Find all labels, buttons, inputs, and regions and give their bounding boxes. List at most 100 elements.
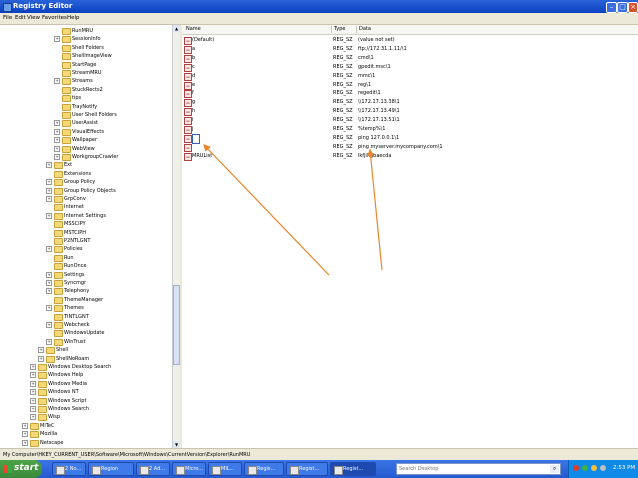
values-list[interactable]: Name Type Data ab (Default) REG_SZ (value n… bbox=[182, 25, 638, 448]
value-row[interactable]: ab REG_SZ ping myserver.mycompany.com\1 bbox=[182, 143, 638, 152]
string-value-icon: ab bbox=[184, 117, 192, 126]
taskbar-button[interactable]: 2 Ad... bbox=[136, 462, 170, 476]
expand-toggle-icon[interactable]: + bbox=[46, 288, 52, 295]
value-row[interactable]: ab e REG_SZ reg\1 bbox=[182, 81, 638, 90]
column-divider[interactable] bbox=[331, 26, 332, 33]
value-data: regedit\1 bbox=[358, 90, 381, 97]
expand-toggle-icon[interactable]: + bbox=[30, 414, 36, 421]
menu-favorites[interactable]: Favorites bbox=[42, 15, 67, 21]
menu-help[interactable]: Help bbox=[67, 15, 80, 21]
tray-icon-security[interactable] bbox=[573, 465, 579, 471]
tray-icon-misc[interactable] bbox=[600, 465, 606, 471]
taskbar-button[interactable]: Regist... bbox=[286, 462, 328, 476]
tree-node-label: Internet Settings bbox=[64, 212, 106, 219]
value-row[interactable]: ab h REG_SZ \\172.17.13.49\1 bbox=[182, 107, 638, 117]
expand-toggle-icon[interactable]: + bbox=[54, 128, 60, 135]
column-data-header[interactable]: Data bbox=[359, 26, 371, 32]
column-type-header[interactable]: Type bbox=[334, 26, 345, 32]
tree-node-label: Themes bbox=[64, 305, 84, 312]
expand-toggle-icon[interactable]: + bbox=[54, 145, 60, 152]
value-name: e bbox=[192, 81, 196, 88]
value-name: MRUList bbox=[192, 152, 213, 159]
expand-toggle-icon[interactable]: + bbox=[54, 137, 60, 144]
expand-toggle-icon[interactable]: + bbox=[22, 431, 28, 438]
folder-icon bbox=[62, 112, 71, 119]
tree-node-label: Streams bbox=[72, 78, 93, 85]
value-row[interactable]: ab MRUList REG_SZ lkfjihgbaecda bbox=[182, 152, 638, 161]
value-row[interactable]: ab REG_SZ ping 127.0.0.1\1 bbox=[182, 133, 638, 144]
tree-node-label: tips bbox=[72, 95, 82, 102]
expand-toggle-icon[interactable]: + bbox=[46, 212, 52, 219]
expand-toggle-icon[interactable]: + bbox=[46, 196, 52, 202]
expand-toggle-icon[interactable]: + bbox=[30, 389, 36, 396]
clock[interactable]: 2:53 PM bbox=[613, 465, 635, 471]
value-row[interactable]: ab f REG_SZ regedit\1 bbox=[182, 89, 638, 99]
window-app-icon bbox=[176, 466, 185, 475]
expand-toggle-icon[interactable]: + bbox=[30, 397, 36, 404]
value-row[interactable]: ab g REG_SZ \\172.17.13.38\1 bbox=[182, 98, 638, 108]
string-value-icon: ab bbox=[184, 81, 192, 90]
desktop-search-box[interactable]: ⌕ bbox=[396, 463, 561, 475]
expand-toggle-icon[interactable]: + bbox=[38, 355, 44, 362]
folder-icon bbox=[54, 330, 63, 338]
registry-tree[interactable]: RunMRU + SessionInfo Shell Folders ShellImag… bbox=[0, 25, 172, 448]
expand-toggle-icon[interactable]: + bbox=[46, 179, 52, 186]
scroll-down-arrow-icon[interactable]: ▼ bbox=[173, 441, 180, 448]
minimize-button[interactable]: – bbox=[606, 2, 617, 13]
value-row[interactable]: ab a REG_SZ ftp://172.31.1.11/\1 bbox=[182, 45, 638, 54]
title-bar[interactable]: Registry Editor – □ × bbox=[0, 0, 638, 13]
search-icon[interactable]: ⌕ bbox=[550, 465, 559, 473]
taskbar-button[interactable]: 2 No... bbox=[52, 462, 86, 476]
column-divider[interactable] bbox=[356, 26, 357, 33]
taskbar-button[interactable]: Micro... bbox=[172, 462, 206, 476]
close-button[interactable]: × bbox=[628, 2, 638, 13]
column-name-header[interactable]: Name bbox=[186, 26, 201, 32]
expand-toggle-icon[interactable]: + bbox=[54, 36, 60, 43]
value-row[interactable]: ab i REG_SZ \\172.17.13.51\1 bbox=[182, 116, 638, 126]
taskbar-button[interactable]: MIL... bbox=[208, 462, 242, 476]
taskbar-button[interactable]: Regist... bbox=[330, 462, 376, 476]
tray-icon-volume[interactable] bbox=[591, 465, 597, 471]
string-value-icon: ab bbox=[184, 63, 192, 72]
expand-toggle-icon[interactable]: + bbox=[46, 246, 52, 253]
value-row[interactable]: ab d REG_SZ mmc\1 bbox=[182, 72, 638, 81]
expand-toggle-icon[interactable]: + bbox=[54, 154, 60, 160]
expand-toggle-icon[interactable]: + bbox=[22, 439, 28, 446]
folder-icon bbox=[38, 406, 47, 413]
value-row[interactable]: ab j REG_SZ %temp%\1 bbox=[182, 125, 638, 134]
expand-toggle-icon[interactable]: + bbox=[46, 162, 52, 169]
value-row[interactable]: ab b REG_SZ cmd\1 bbox=[182, 54, 638, 63]
expand-toggle-icon[interactable]: + bbox=[46, 305, 52, 312]
scroll-up-arrow-icon[interactable]: ▲ bbox=[173, 25, 180, 32]
expand-toggle-icon[interactable]: + bbox=[46, 271, 52, 278]
maximize-button[interactable]: □ bbox=[617, 2, 628, 13]
value-row[interactable]: ab c REG_SZ gpedit.msc\1 bbox=[182, 63, 638, 72]
tree-node-label: WorkgroupCrawler bbox=[72, 154, 119, 160]
tree-node-label: Windows Help bbox=[48, 372, 84, 379]
expand-toggle-icon[interactable]: + bbox=[30, 364, 36, 370]
menu-view[interactable]: View bbox=[27, 15, 40, 21]
expand-toggle-icon[interactable]: + bbox=[30, 406, 36, 412]
taskbar-button[interactable]: Regis... bbox=[244, 462, 284, 476]
folder-icon bbox=[62, 70, 71, 77]
expand-toggle-icon[interactable]: + bbox=[54, 78, 60, 85]
menu-file[interactable]: File bbox=[3, 15, 12, 21]
expand-toggle-icon[interactable]: + bbox=[46, 338, 52, 345]
desktop-search-input[interactable] bbox=[399, 465, 539, 473]
value-row[interactable]: ab (Default) REG_SZ (value not set) bbox=[182, 36, 638, 45]
expand-toggle-icon[interactable]: + bbox=[22, 422, 28, 429]
expand-toggle-icon[interactable]: + bbox=[30, 380, 36, 387]
menu-edit[interactable]: Edit bbox=[15, 15, 26, 21]
expand-toggle-icon[interactable]: + bbox=[46, 280, 52, 286]
scroll-thumb[interactable] bbox=[173, 285, 180, 365]
taskbar-button[interactable]: Region bbox=[88, 462, 134, 476]
expand-toggle-icon[interactable]: + bbox=[30, 372, 36, 379]
expand-toggle-icon[interactable]: + bbox=[46, 187, 52, 194]
expand-toggle-icon[interactable]: + bbox=[46, 322, 52, 328]
expand-toggle-icon[interactable]: + bbox=[54, 120, 60, 127]
start-button[interactable]: start bbox=[0, 460, 42, 478]
tree-scrollbar[interactable]: ▲ ▼ bbox=[172, 25, 180, 448]
tray-icon-network[interactable] bbox=[582, 465, 588, 471]
expand-toggle-icon[interactable]: + bbox=[38, 347, 44, 354]
tree-node-label: UserAssist bbox=[72, 120, 98, 127]
